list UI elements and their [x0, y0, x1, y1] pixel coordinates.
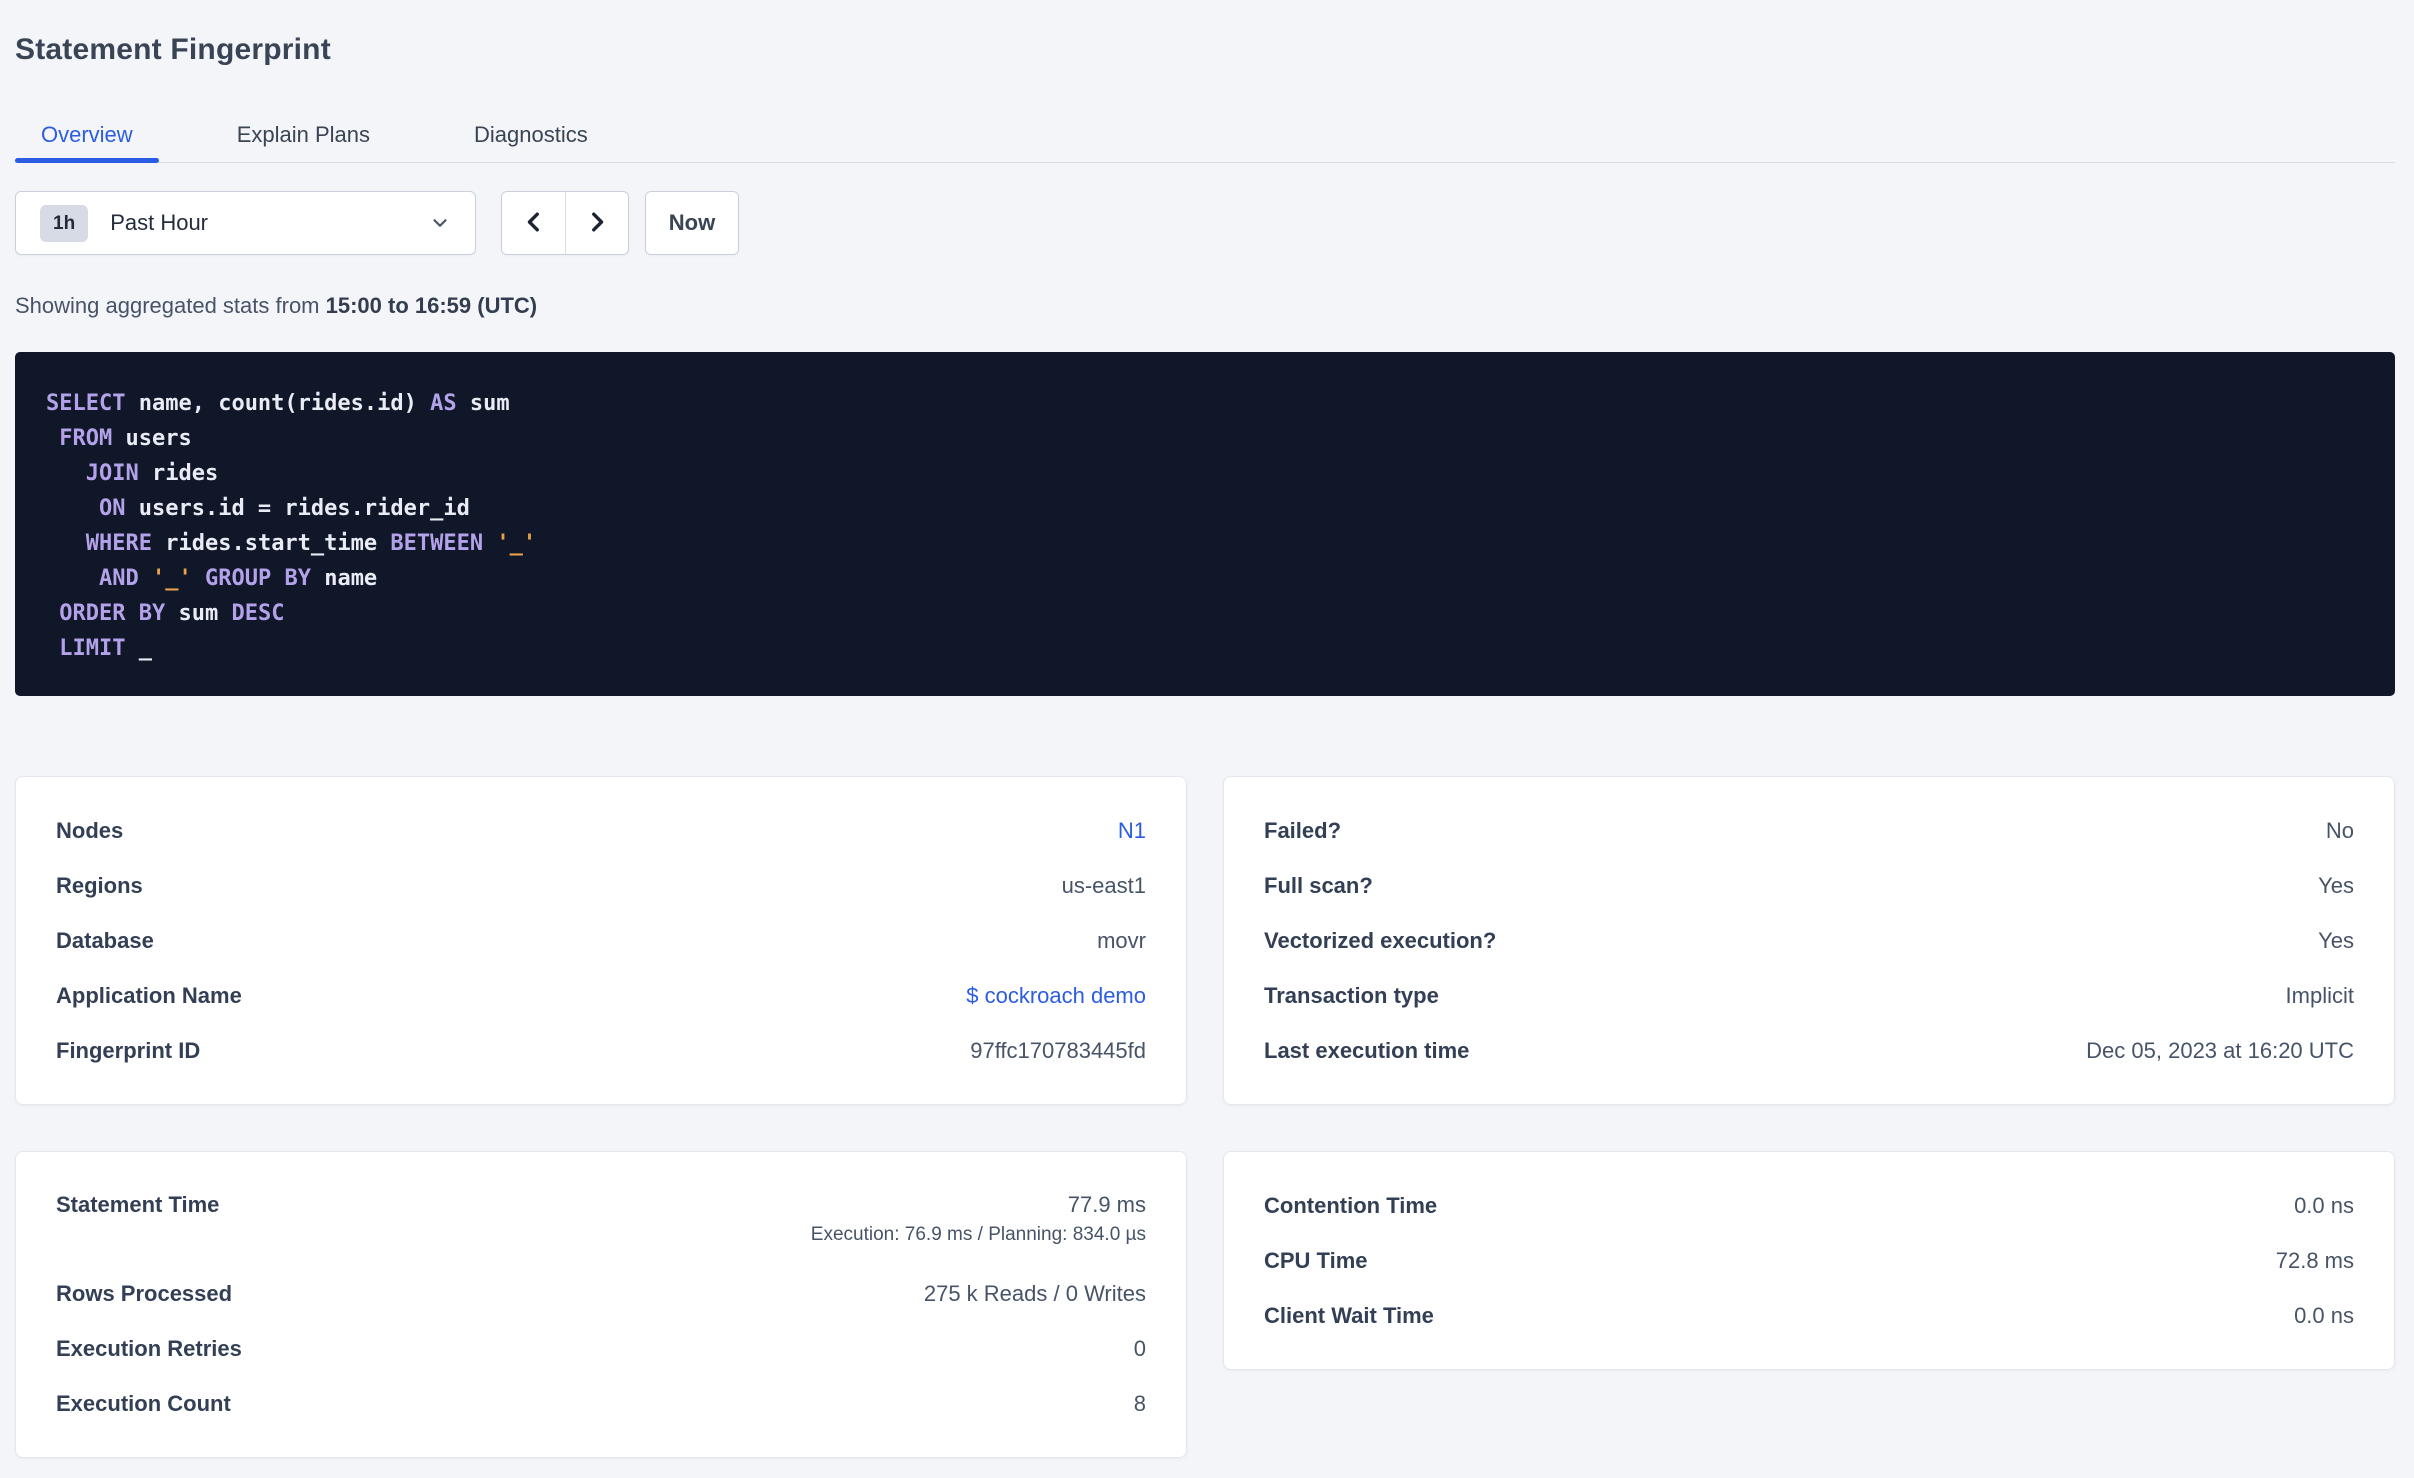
- nodes-link[interactable]: N1: [1118, 818, 1146, 844]
- vectorized-value: Yes: [2318, 927, 2354, 953]
- next-interval-button[interactable]: [565, 192, 628, 254]
- chevron-right-icon: [584, 209, 610, 238]
- time-interval-dropdown[interactable]: 1h Past Hour: [15, 191, 476, 255]
- detail-row-full-scan: Full scan? Yes: [1264, 858, 2354, 913]
- detail-row-database: Database movr: [56, 913, 1146, 968]
- detail-row-fingerprint-id: Fingerprint ID 97ffc170783445fd: [56, 1023, 1146, 1078]
- sql-statement: SELECT name, count(rides.id) AS sum FROM…: [46, 391, 537, 661]
- time-stats-card: Contention Time 0.0 ns CPU Time 72.8 ms …: [1223, 1151, 2395, 1370]
- row-label: Statement Time: [56, 1192, 220, 1217]
- detail-row-client-wait-time: Client Wait Time 0.0 ns: [1264, 1288, 2354, 1343]
- chevron-left-icon: [521, 209, 547, 238]
- detail-row-nodes: Nodes N1: [56, 803, 1146, 858]
- row-label: CPU Time: [1264, 1247, 1368, 1273]
- fingerprint-id-value: 97ffc170783445fd: [970, 1037, 1146, 1063]
- row-label: Database: [56, 927, 154, 953]
- page-title: Statement Fingerprint: [15, 33, 331, 66]
- time-controls: 1h Past Hour Now: [15, 191, 2395, 255]
- full-scan-value: Yes: [2318, 872, 2354, 898]
- database-value: movr: [1097, 927, 1146, 953]
- detail-row-failed: Failed? No: [1264, 803, 2354, 858]
- tab-diagnostics-label: Diagnostics: [474, 122, 588, 147]
- row-label: Fingerprint ID: [56, 1037, 201, 1063]
- tab-overview[interactable]: Overview: [15, 108, 159, 163]
- detail-row-contention-time: Contention Time 0.0 ns: [1264, 1178, 2354, 1233]
- execution-attributes-card: Failed? No Full scan? Yes Vectorized exe…: [1223, 776, 2395, 1105]
- time-interval-badge: 1h: [40, 204, 89, 242]
- detail-row-rows-processed: Rows Processed 275 k Reads / 0 Writes: [56, 1266, 1146, 1321]
- row-label: Rows Processed: [56, 1280, 233, 1306]
- stats-cards-row: Statement Time 77.9 ms Execution: 76.9 m…: [15, 1151, 2395, 1458]
- tab-explain-plans[interactable]: Explain Plans: [211, 108, 396, 162]
- detail-row-execution-retries: Execution Retries 0: [56, 1321, 1146, 1376]
- row-label: Client Wait Time: [1264, 1302, 1434, 1328]
- sql-statement-box: SELECT name, count(rides.id) AS sum FROM…: [15, 352, 2395, 696]
- aggregation-note: Showing aggregated stats from 15:00 to 1…: [15, 293, 2395, 319]
- row-label: Transaction type: [1264, 982, 1439, 1008]
- client-wait-time-value: 0.0 ns: [2294, 1302, 2354, 1328]
- row-label: Execution Retries: [56, 1335, 242, 1361]
- statement-fingerprint-page: Statement Fingerprint Overview Explain P…: [0, 32, 2414, 1478]
- time-step-buttons: [501, 191, 629, 255]
- detail-row-transaction-type: Transaction type Implicit: [1264, 968, 2354, 1023]
- execution-stats-card: Statement Time 77.9 ms Execution: 76.9 m…: [15, 1151, 1187, 1458]
- failed-value: No: [2325, 817, 2354, 843]
- overview-cards-row: Nodes N1 Regions us-east1 Database movr …: [15, 776, 2395, 1105]
- detail-row-application-name: Application Name $ cockroach demo: [56, 968, 1146, 1023]
- row-label: Last execution time: [1264, 1037, 1470, 1063]
- row-label: Regions: [56, 872, 143, 898]
- now-button[interactable]: Now: [645, 191, 739, 255]
- execution-retries-value: 0: [1133, 1335, 1146, 1361]
- statement-time-values: 77.9 ms Execution: 76.9 ms / Planning: 8…: [811, 1192, 1146, 1246]
- row-label: Nodes: [56, 817, 124, 843]
- transaction-type-value: Implicit: [2285, 982, 2354, 1008]
- rows-processed-value: 275 k Reads / 0 Writes: [923, 1280, 1146, 1306]
- aggregation-note-prefix: Showing aggregated stats from: [15, 293, 326, 318]
- tab-overview-label: Overview: [41, 122, 133, 147]
- chevron-down-icon: [429, 212, 451, 234]
- tab-bar: Overview Explain Plans Diagnostics: [15, 108, 2395, 163]
- row-label: Full scan?: [1264, 872, 1373, 898]
- statement-time-breakdown: Execution: 76.9 ms / Planning: 834.0 µs: [810, 1224, 1146, 1245]
- last-execution-time-value: Dec 05, 2023 at 16:20 UTC: [2086, 1037, 2354, 1063]
- application-name-link[interactable]: $ cockroach demo: [966, 983, 1146, 1009]
- row-label: Vectorized execution?: [1264, 927, 1497, 953]
- detail-row-execution-count: Execution Count 8: [56, 1376, 1146, 1431]
- detail-row-statement-time: Statement Time 77.9 ms Execution: 76.9 m…: [56, 1178, 1146, 1266]
- cpu-time-value: 72.8 ms: [2275, 1247, 2354, 1273]
- detail-row-regions: Regions us-east1: [56, 858, 1146, 913]
- execution-count-value: 8: [1133, 1390, 1146, 1416]
- statement-time-value: 77.9 ms: [1067, 1192, 1146, 1217]
- detail-row-cpu-time: CPU Time 72.8 ms: [1264, 1233, 2354, 1288]
- tab-explain-plans-label: Explain Plans: [236, 122, 370, 147]
- row-label: Application Name: [56, 982, 242, 1008]
- row-label: Execution Count: [56, 1390, 231, 1416]
- row-label: Contention Time: [1264, 1192, 1438, 1218]
- detail-row-vectorized: Vectorized execution? Yes: [1264, 913, 2354, 968]
- detail-row-last-execution-time: Last execution time Dec 05, 2023 at 16:2…: [1264, 1023, 2354, 1078]
- statement-details-card: Nodes N1 Regions us-east1 Database movr …: [15, 776, 1187, 1105]
- regions-value: us-east1: [1061, 872, 1146, 898]
- previous-interval-button[interactable]: [502, 192, 565, 254]
- time-interval-label: Past Hour: [110, 210, 209, 235]
- row-label: Failed?: [1264, 817, 1342, 843]
- contention-time-value: 0.0 ns: [2294, 1192, 2354, 1218]
- aggregation-note-range: 15:00 to 16:59 (UTC): [325, 293, 538, 318]
- tab-diagnostics[interactable]: Diagnostics: [448, 108, 614, 162]
